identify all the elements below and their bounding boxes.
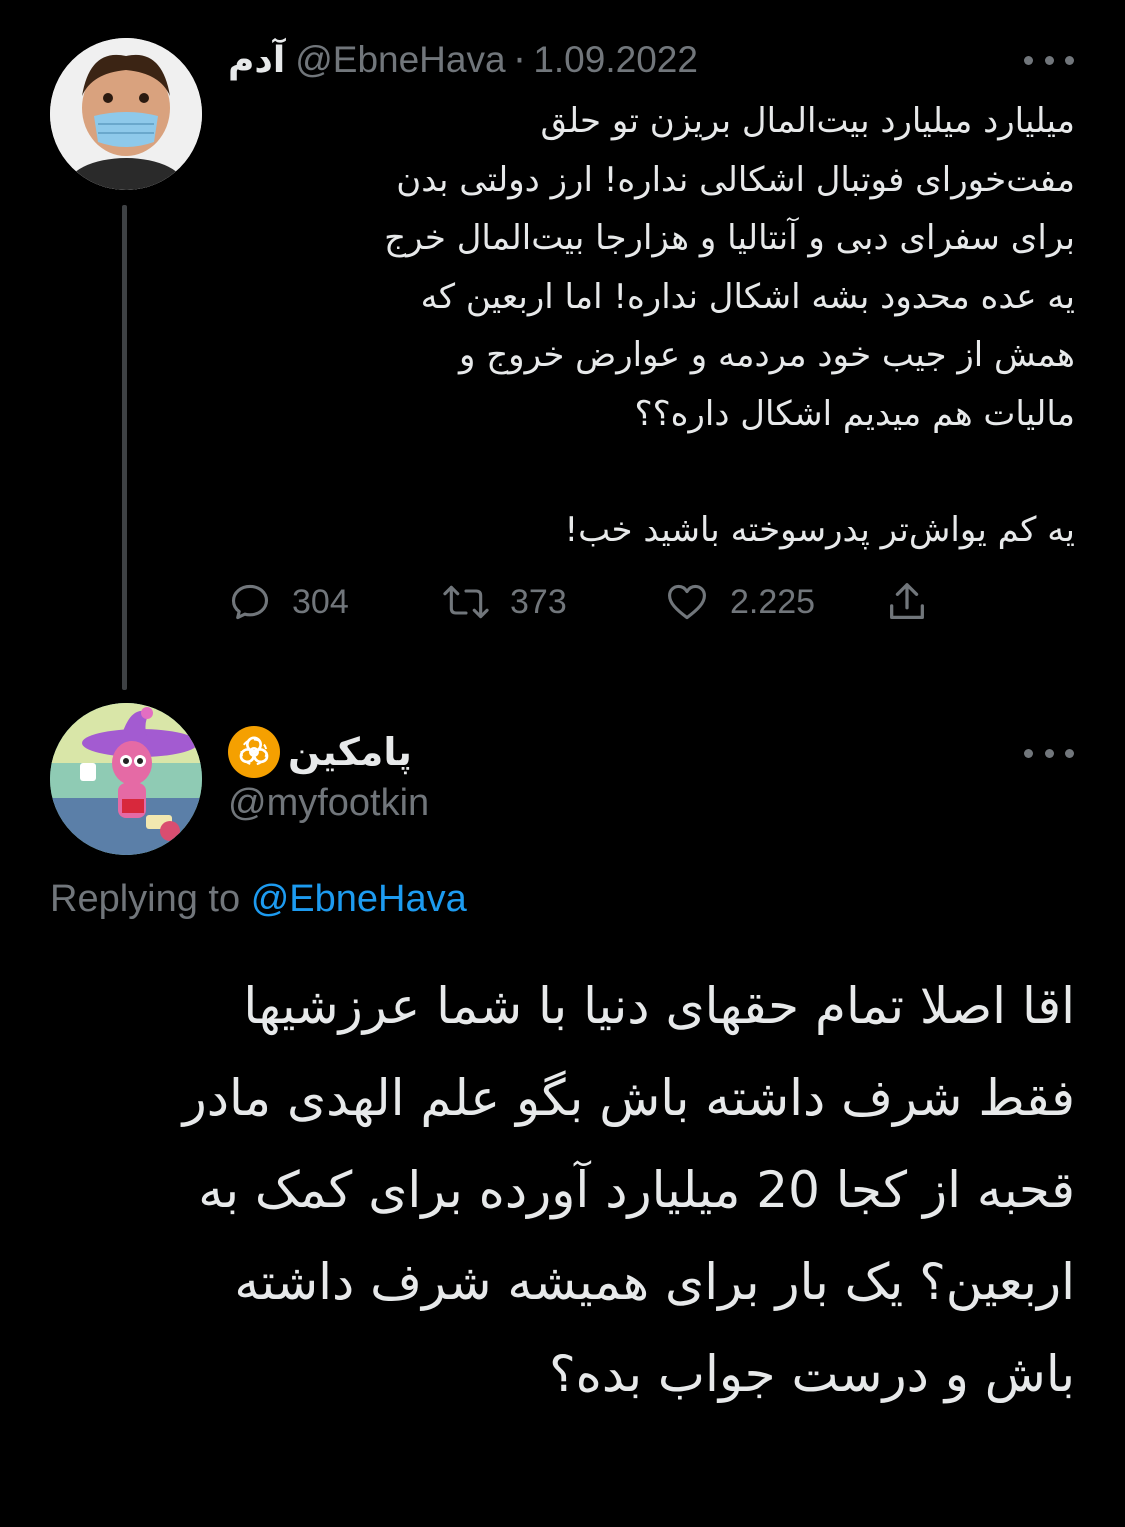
share-icon: [890, 583, 924, 619]
reply-author-handle[interactable]: @myfootkin: [228, 782, 429, 825]
reply-text-line: باش و درست جواب بده؟: [549, 1345, 1075, 1403]
replying-to: Replying to @EbneHava: [50, 878, 467, 921]
reply-text-line: فقط شرف داشته باش بگو علم الهدی مادر: [182, 1069, 1075, 1127]
avatar-child-with-mask-icon: [50, 38, 202, 190]
like-button[interactable]: 2.225: [664, 572, 815, 632]
reply-author-display-name[interactable]: پامکین: [288, 730, 412, 774]
like-count: 2.225: [730, 582, 816, 621]
tweet-header: آدم @EbneHava · 1.09.2022: [228, 34, 698, 86]
reply-text-line: قحبه از کجا 20 میلیارد آورده برای کمک به: [198, 1161, 1075, 1219]
reply-button[interactable]: 304: [228, 572, 349, 632]
reply-text-line: اقا اصلا تمام حقهای دنیا با شما عرزشیها: [243, 977, 1075, 1035]
tweet-date[interactable]: 1.09.2022: [533, 39, 698, 81]
replying-to-mention-link[interactable]: @EbneHava: [251, 878, 467, 920]
reply-header: پامکین: [228, 722, 412, 782]
tweet-text-line: مفت‌خورای فوتبال اشکالی نداره! ارز دولتی…: [396, 159, 1075, 200]
biohazard-icon: [228, 726, 280, 778]
retweet-icon: [443, 585, 489, 619]
author-avatar[interactable]: [50, 38, 202, 190]
tweet-text-line: برای سفرای دبی و آنتالیا و هزارجا بیت‌ال…: [384, 218, 1075, 258]
tweet-text-line: میلیارد میلیارد بیت‌المال بریزن تو حلق: [540, 101, 1075, 141]
replying-to-prefix: Replying to: [50, 878, 241, 920]
tweet-actions-bar: 304 373 2.225: [228, 572, 948, 632]
separator-dot: ·: [513, 38, 526, 82]
reply-count: 304: [292, 582, 349, 621]
tweet-text-line: مالیات هم میدیم اشکال داره؟؟: [634, 393, 1075, 434]
tweet-text-line: یه عده محدود بشه اشکال نداره! اما اربعین…: [420, 276, 1075, 317]
author-display-name[interactable]: آدم: [228, 40, 285, 81]
reply-tweet-text: اقا اصلا تمام حقهای دنیا با شما عرزشیها …: [50, 960, 1075, 1420]
share-button[interactable]: [884, 572, 930, 632]
tweet-text-line: همش از جیب خود مردمه و عوارض خروج و: [458, 335, 1075, 375]
tweet-text-closing-line: یه کم یواش‌تر پدرسوخته باشید خب!: [564, 510, 1075, 550]
thread-connector-line: [122, 205, 127, 690]
author-handle[interactable]: @EbneHava: [295, 39, 505, 81]
retweet-button[interactable]: 373: [442, 572, 567, 632]
retweet-count: 373: [510, 582, 567, 621]
avatar-cartoon-witch-hat-icon: [50, 703, 202, 855]
more-options-icon[interactable]: [1024, 743, 1074, 763]
reply-author-avatar[interactable]: [50, 703, 202, 855]
reply-text-line: اربعین؟ یک بار برای همیشه شرف داشته: [234, 1253, 1075, 1311]
heart-icon: [668, 584, 706, 620]
tweet-text: میلیارد میلیارد بیت‌المال بریزن تو حلق م…: [228, 92, 1075, 560]
more-options-icon[interactable]: [1024, 50, 1074, 70]
reply-icon: [231, 584, 269, 620]
